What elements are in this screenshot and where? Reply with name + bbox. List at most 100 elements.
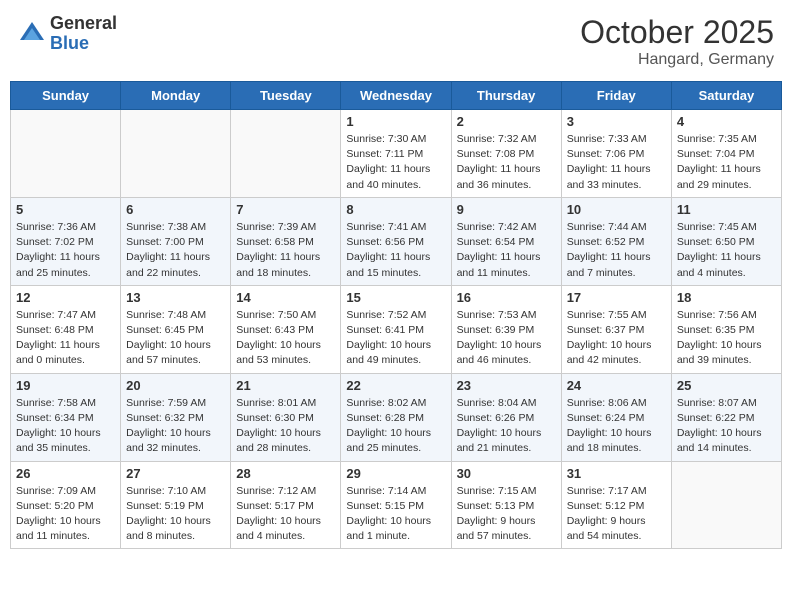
calendar-cell: 13 Sunrise: 7:48 AM Sunset: 6:45 PM Dayli… <box>121 285 231 373</box>
calendar-cell: 17 Sunrise: 7:55 AM Sunset: 6:37 PM Dayli… <box>561 285 671 373</box>
day-number: 2 <box>457 114 556 129</box>
calendar-cell: 11 Sunrise: 7:45 AM Sunset: 6:50 PM Dayli… <box>671 197 781 285</box>
weekday-header: Sunday <box>11 82 121 110</box>
day-info: Sunrise: 7:33 AM Sunset: 7:06 PM Dayligh… <box>567 132 666 193</box>
day-info: Sunrise: 7:38 AM Sunset: 7:00 PM Dayligh… <box>126 220 225 281</box>
calendar-table: SundayMondayTuesdayWednesdayThursdayFrid… <box>10 81 782 549</box>
day-info: Sunrise: 8:07 AM Sunset: 6:22 PM Dayligh… <box>677 396 776 457</box>
day-number: 15 <box>346 290 445 305</box>
day-number: 29 <box>346 466 445 481</box>
calendar-week-row: 1 Sunrise: 7:30 AM Sunset: 7:11 PM Daylig… <box>11 110 782 198</box>
calendar-cell <box>11 110 121 198</box>
day-info: Sunrise: 7:10 AM Sunset: 5:19 PM Dayligh… <box>126 484 225 545</box>
day-number: 13 <box>126 290 225 305</box>
weekday-header: Wednesday <box>341 82 451 110</box>
day-number: 24 <box>567 378 666 393</box>
day-info: Sunrise: 7:12 AM Sunset: 5:17 PM Dayligh… <box>236 484 335 545</box>
calendar-cell: 28 Sunrise: 7:12 AM Sunset: 5:17 PM Dayli… <box>231 461 341 549</box>
day-info: Sunrise: 7:48 AM Sunset: 6:45 PM Dayligh… <box>126 308 225 369</box>
calendar-cell: 3Sunrise: 7:33 AM Sunset: 7:06 PM Daylig… <box>561 110 671 198</box>
logo-general: General <box>50 14 117 34</box>
day-info: Sunrise: 7:59 AM Sunset: 6:32 PM Dayligh… <box>126 396 225 457</box>
month-title: October 2025 <box>580 14 774 51</box>
weekday-header-row: SundayMondayTuesdayWednesdayThursdayFrid… <box>11 82 782 110</box>
day-number: 22 <box>346 378 445 393</box>
weekday-header: Saturday <box>671 82 781 110</box>
day-info: Sunrise: 7:45 AM Sunset: 6:50 PM Dayligh… <box>677 220 776 281</box>
day-number: 28 <box>236 466 335 481</box>
day-info: Sunrise: 7:42 AM Sunset: 6:54 PM Dayligh… <box>457 220 556 281</box>
calendar-cell <box>671 461 781 549</box>
day-info: Sunrise: 7:14 AM Sunset: 5:15 PM Dayligh… <box>346 484 445 545</box>
calendar-week-row: 19Sunrise: 7:58 AM Sunset: 6:34 PM Dayli… <box>11 373 782 461</box>
day-info: Sunrise: 7:44 AM Sunset: 6:52 PM Dayligh… <box>567 220 666 281</box>
weekday-header: Friday <box>561 82 671 110</box>
calendar-cell <box>121 110 231 198</box>
calendar-cell: 14Sunrise: 7:50 AM Sunset: 6:43 PM Dayli… <box>231 285 341 373</box>
day-info: Sunrise: 7:30 AM Sunset: 7:11 PM Dayligh… <box>346 132 445 193</box>
day-info: Sunrise: 7:35 AM Sunset: 7:04 PM Dayligh… <box>677 132 776 193</box>
day-info: Sunrise: 7:39 AM Sunset: 6:58 PM Dayligh… <box>236 220 335 281</box>
day-number: 23 <box>457 378 556 393</box>
day-info: Sunrise: 7:41 AM Sunset: 6:56 PM Dayligh… <box>346 220 445 281</box>
day-number: 9 <box>457 202 556 217</box>
day-info: Sunrise: 7:58 AM Sunset: 6:34 PM Dayligh… <box>16 396 115 457</box>
calendar-cell: 27 Sunrise: 7:10 AM Sunset: 5:19 PM Dayli… <box>121 461 231 549</box>
day-info: Sunrise: 7:47 AM Sunset: 6:48 PM Dayligh… <box>16 308 115 369</box>
logo-blue: Blue <box>50 34 117 54</box>
day-info: Sunrise: 7:36 AM Sunset: 7:02 PM Dayligh… <box>16 220 115 281</box>
day-info: Sunrise: 7:15 AM Sunset: 5:13 PM Dayligh… <box>457 484 556 545</box>
calendar-cell: 22 Sunrise: 8:02 AM Sunset: 6:28 PM Dayli… <box>341 373 451 461</box>
day-info: Sunrise: 8:01 AM Sunset: 6:30 PM Dayligh… <box>236 396 335 457</box>
calendar-cell: 15Sunrise: 7:52 AM Sunset: 6:41 PM Dayli… <box>341 285 451 373</box>
calendar-cell: 19Sunrise: 7:58 AM Sunset: 6:34 PM Dayli… <box>11 373 121 461</box>
calendar-cell: 6 Sunrise: 7:38 AM Sunset: 7:00 PM Daylig… <box>121 197 231 285</box>
day-info: Sunrise: 7:09 AM Sunset: 5:20 PM Dayligh… <box>16 484 115 545</box>
calendar-cell: 30Sunrise: 7:15 AM Sunset: 5:13 PM Dayli… <box>451 461 561 549</box>
calendar-cell: 7Sunrise: 7:39 AM Sunset: 6:58 PM Daylig… <box>231 197 341 285</box>
weekday-header: Tuesday <box>231 82 341 110</box>
calendar-cell: 4 Sunrise: 7:35 AM Sunset: 7:04 PM Daylig… <box>671 110 781 198</box>
calendar-cell <box>231 110 341 198</box>
logo-text: General Blue <box>50 14 117 54</box>
calendar-cell: 26Sunrise: 7:09 AM Sunset: 5:20 PM Dayli… <box>11 461 121 549</box>
calendar-cell: 9 Sunrise: 7:42 AM Sunset: 6:54 PM Daylig… <box>451 197 561 285</box>
day-number: 17 <box>567 290 666 305</box>
page-header: General Blue October 2025 Hangard, Germa… <box>10 10 782 73</box>
day-number: 14 <box>236 290 335 305</box>
day-info: Sunrise: 8:02 AM Sunset: 6:28 PM Dayligh… <box>346 396 445 457</box>
day-number: 1 <box>346 114 445 129</box>
calendar-week-row: 12Sunrise: 7:47 AM Sunset: 6:48 PM Dayli… <box>11 285 782 373</box>
day-info: Sunrise: 7:53 AM Sunset: 6:39 PM Dayligh… <box>457 308 556 369</box>
calendar-cell: 5 Sunrise: 7:36 AM Sunset: 7:02 PM Daylig… <box>11 197 121 285</box>
day-number: 16 <box>457 290 556 305</box>
day-number: 6 <box>126 202 225 217</box>
day-info: Sunrise: 8:06 AM Sunset: 6:24 PM Dayligh… <box>567 396 666 457</box>
day-number: 18 <box>677 290 776 305</box>
day-number: 4 <box>677 114 776 129</box>
day-number: 27 <box>126 466 225 481</box>
calendar-cell: 25Sunrise: 8:07 AM Sunset: 6:22 PM Dayli… <box>671 373 781 461</box>
day-number: 31 <box>567 466 666 481</box>
calendar-cell: 2 Sunrise: 7:32 AM Sunset: 7:08 PM Daylig… <box>451 110 561 198</box>
day-number: 11 <box>677 202 776 217</box>
calendar-cell: 16 Sunrise: 7:53 AM Sunset: 6:39 PM Dayli… <box>451 285 561 373</box>
calendar-cell: 20Sunrise: 7:59 AM Sunset: 6:32 PM Dayli… <box>121 373 231 461</box>
day-number: 10 <box>567 202 666 217</box>
calendar-cell: 23Sunrise: 8:04 AM Sunset: 6:26 PM Dayli… <box>451 373 561 461</box>
day-info: Sunrise: 7:55 AM Sunset: 6:37 PM Dayligh… <box>567 308 666 369</box>
calendar-cell: 12Sunrise: 7:47 AM Sunset: 6:48 PM Dayli… <box>11 285 121 373</box>
day-info: Sunrise: 7:32 AM Sunset: 7:08 PM Dayligh… <box>457 132 556 193</box>
day-number: 21 <box>236 378 335 393</box>
calendar-week-row: 5 Sunrise: 7:36 AM Sunset: 7:02 PM Daylig… <box>11 197 782 285</box>
weekday-header: Monday <box>121 82 231 110</box>
calendar-cell: 21 Sunrise: 8:01 AM Sunset: 6:30 PM Dayli… <box>231 373 341 461</box>
calendar-cell: 18Sunrise: 7:56 AM Sunset: 6:35 PM Dayli… <box>671 285 781 373</box>
day-number: 5 <box>16 202 115 217</box>
calendar-cell: 1 Sunrise: 7:30 AM Sunset: 7:11 PM Daylig… <box>341 110 451 198</box>
calendar-cell: 31Sunrise: 7:17 AM Sunset: 5:12 PM Dayli… <box>561 461 671 549</box>
calendar-cell: 10 Sunrise: 7:44 AM Sunset: 6:52 PM Dayli… <box>561 197 671 285</box>
day-number: 8 <box>346 202 445 217</box>
location: Hangard, Germany <box>580 51 774 69</box>
logo-icon <box>18 20 46 48</box>
